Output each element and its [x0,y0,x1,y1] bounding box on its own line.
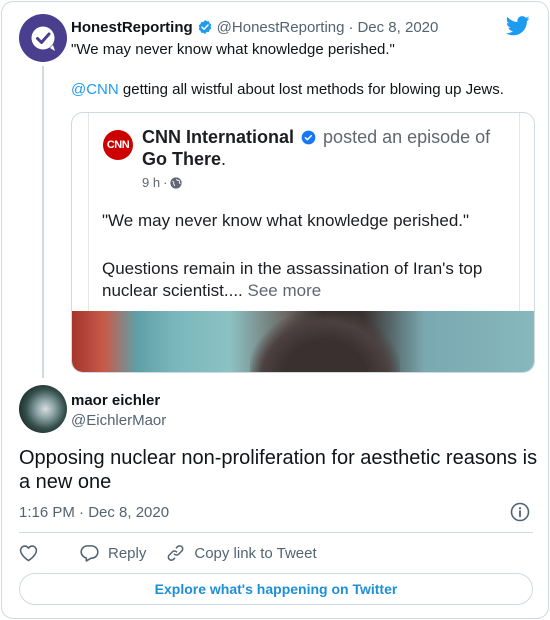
copy-link-label: Copy link to Tweet [194,544,317,562]
reply-bubble-icon [80,545,99,562]
actions-divider [19,532,533,533]
reply-button[interactable]: Reply [80,544,146,562]
embed-body-text: Questions remain in the assassination of… [102,259,483,300]
header-separator: · [348,18,354,36]
main-author-handle[interactable]: @EichlerMaor [71,412,166,429]
thumbnail-figure [250,311,400,372]
main-author-name[interactable]: maor eichler [71,392,160,409]
embed-video-thumbnail[interactable] [72,311,534,372]
tweet-actions-bar: Reply Copy link to Tweet [19,543,317,563]
embed-title-period: . [221,149,227,169]
info-icon[interactable] [510,502,530,527]
quoted-author-name[interactable]: HonestReporting [71,19,193,36]
embed-show-name[interactable]: Go There [142,149,221,169]
honestreporting-avatar[interactable] [19,14,67,62]
quoted-tweet-date[interactable]: Dec 8, 2020 [357,19,438,36]
main-tweet-text: Opposing nuclear non-proliferation for a… [19,447,538,493]
like-button[interactable] [19,544,47,562]
maor-eichler-avatar[interactable] [19,385,67,433]
explore-twitter-button[interactable]: Explore what's happening on Twitter [19,573,533,605]
cnn-mention-link[interactable]: @CNN [71,81,119,98]
embed-quote-text: "We may never know what knowledge perish… [102,211,470,230]
honestreporting-logo-icon [31,26,55,51]
embed-post-time: 9 h · [142,175,183,190]
heart-icon [19,545,38,562]
tweet-embed-card: HonestReporting @HonestReporting · Dec 8… [1,1,549,619]
facebook-embed-card[interactable]: CNN CNN International posted an episode … [71,112,535,373]
embed-time[interactable]: 9 h [142,175,160,190]
copy-link-button[interactable]: Copy link to Tweet [166,544,317,562]
twitter-bird-icon[interactable] [505,16,530,41]
embed-posted-text: posted an episode of [323,127,491,147]
verified-badge-icon [301,130,316,145]
reply-label: Reply [108,544,147,562]
globe-icon [170,176,183,189]
quoted-tweet-line2-text: getting all wistful about lost methods f… [118,81,504,98]
cnn-logo-icon: CNN [103,130,133,160]
embed-post-title: CNN International posted an episode of G… [142,126,512,170]
facebook-post: CNN CNN International posted an episode … [88,113,520,311]
quoted-tweet-line2: @CNN getting all wistful about lost meth… [71,81,504,98]
quoted-tweet-line1: "We may never know what knowledge perish… [71,41,395,58]
see-more-link[interactable]: See more [248,281,322,300]
verified-badge-icon [197,19,213,35]
link-icon [167,545,184,561]
quoted-author-handle[interactable]: @HonestReporting [217,19,345,36]
embed-page-name[interactable]: CNN International [142,127,294,147]
embed-time-separator: · [163,175,168,190]
main-tweet-timestamp[interactable]: 1:16 PM · Dec 8, 2020 [19,504,169,521]
thread-line [42,66,44,378]
quoted-tweet-header: HonestReporting @HonestReporting · Dec 8… [71,17,438,37]
